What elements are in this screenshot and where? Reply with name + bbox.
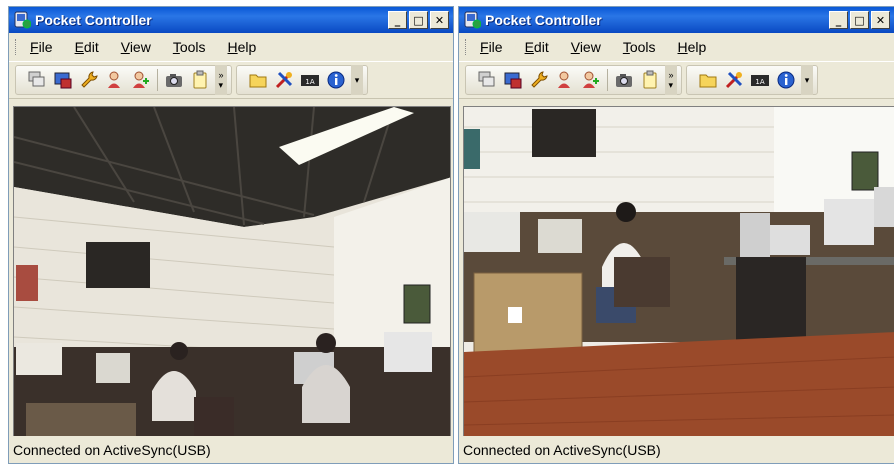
maximize-button[interactable]: □ [409,11,428,29]
menu-edit[interactable]: Edit [75,39,99,55]
minimize-button[interactable]: _ [829,11,848,29]
menu-help[interactable]: Help [678,39,707,55]
tools-icon[interactable] [721,67,747,93]
multi-window-icon[interactable] [474,67,500,93]
toolbar-group-secondary: ▾ [686,65,818,95]
user-add-icon[interactable] [128,67,154,93]
menu-tools[interactable]: Tools [623,39,656,55]
keyboard-icon[interactable] [747,67,773,93]
menu-grip[interactable] [15,39,18,55]
menu-bar: File Edit View Tools Help [459,33,894,61]
window-title: Pocket Controller [35,12,152,28]
menu-grip[interactable] [465,39,468,55]
menu-view[interactable]: View [121,39,151,55]
folder-icon[interactable] [695,67,721,93]
info-icon[interactable] [773,67,799,93]
folder-icon[interactable] [245,67,271,93]
toolbar-overflow-chevron-icon[interactable]: » ▾ [215,65,227,95]
camera-icon[interactable] [161,67,187,93]
desktop-icon[interactable] [500,67,526,93]
toolbar-group-main: » ▾ [15,65,232,95]
menu-edit[interactable]: Edit [525,39,549,55]
remote-screen-view[interactable] [13,106,451,437]
status-bar: Connected on ActiveSync(USB) [9,436,453,463]
menu-help[interactable]: Help [228,39,257,55]
toolbar-overflow-chevron-icon[interactable]: » ▾ [665,65,677,95]
wrench-icon[interactable] [76,67,102,93]
toolbar-overflow-chevron-icon[interactable]: ▾ [801,65,813,95]
minimize-button[interactable]: _ [388,11,407,29]
toolbar-separator [607,69,608,91]
title-bar[interactable]: Pocket Controller _ □ ✕ [459,7,894,33]
app-icon [463,11,481,29]
title-bar[interactable]: Pocket Controller _ □ ✕ [9,7,453,33]
pocket-controller-window-right: Pocket Controller _ □ ✕ File Edit View T… [458,6,894,464]
camera-scene-office [14,107,450,436]
camera-icon[interactable] [611,67,637,93]
menu-file[interactable]: File [480,39,503,55]
app-icon [13,11,31,29]
menu-file[interactable]: File [30,39,53,55]
camera-scene-lab [464,107,894,436]
menu-bar: File Edit View Tools Help [9,33,453,61]
close-button[interactable]: ✕ [430,11,449,29]
toolbar: » ▾ ▾ [459,61,894,99]
user-icon[interactable] [552,67,578,93]
wrench-icon[interactable] [526,67,552,93]
menu-view[interactable]: View [571,39,601,55]
window-title: Pocket Controller [485,12,602,28]
status-bar: Connected on ActiveSync(USB) [459,436,894,463]
multi-window-icon[interactable] [24,67,50,93]
remote-screen-view[interactable] [463,106,894,437]
clipboard-icon[interactable] [187,67,213,93]
toolbar-overflow-chevron-icon[interactable]: ▾ [351,65,363,95]
menu-tools[interactable]: Tools [173,39,206,55]
keyboard-icon[interactable] [297,67,323,93]
toolbar-separator [157,69,158,91]
close-button[interactable]: ✕ [871,11,890,29]
maximize-button[interactable]: □ [850,11,869,29]
desktop-icon[interactable] [50,67,76,93]
toolbar-group-main: » ▾ [465,65,682,95]
info-icon[interactable] [323,67,349,93]
pocket-controller-window-left: Pocket Controller _ □ ✕ File Edit View T… [8,6,454,464]
clipboard-icon[interactable] [637,67,663,93]
user-add-icon[interactable] [578,67,604,93]
desktop: Pocket Controller _ □ ✕ File Edit View T… [0,0,894,464]
tools-icon[interactable] [271,67,297,93]
toolbar-group-secondary: ▾ [236,65,368,95]
user-icon[interactable] [102,67,128,93]
toolbar: » ▾ ▾ [9,61,453,99]
